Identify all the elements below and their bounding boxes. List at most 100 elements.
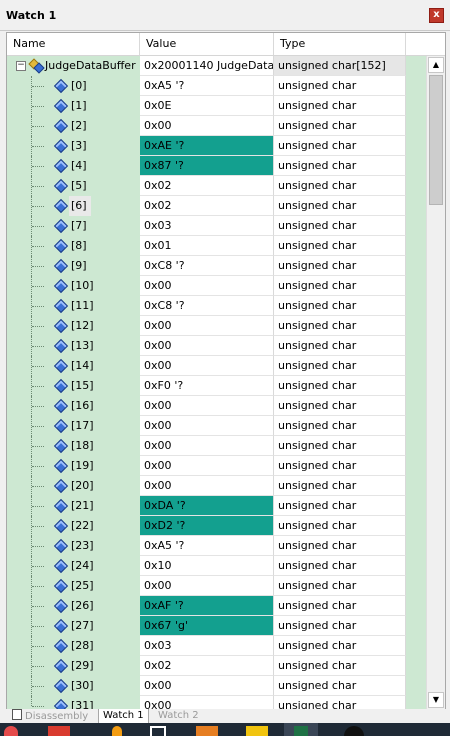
element-value[interactable]: 0x00 [140, 436, 274, 456]
element-value[interactable]: 0x0E [140, 96, 274, 116]
element-value[interactable]: 0xA5 '? [140, 76, 274, 96]
tree-row[interactable]: [13] 0x00 unsigned char [7, 336, 427, 356]
close-icon[interactable]: x [429, 8, 444, 23]
tree-row[interactable]: [27] 0x67 'g' unsigned char [7, 616, 427, 636]
tree-row[interactable]: [12] 0x00 unsigned char [7, 316, 427, 336]
orange-app-icon[interactable] [196, 726, 218, 736]
watch-panel: Name Value Type − JudgeDataBuffer 0x2000… [6, 32, 446, 710]
element-value[interactable]: 0x00 [140, 676, 274, 696]
tree-row[interactable]: [9] 0xC8 '? unsigned char [7, 256, 427, 276]
element-type: unsigned char [274, 336, 406, 356]
red-app-icon[interactable] [4, 726, 18, 736]
element-value[interactable]: 0x00 [140, 416, 274, 436]
tree-row[interactable]: [30] 0x00 unsigned char [7, 676, 427, 696]
tab-watch-2[interactable]: Watch 2 [154, 709, 203, 723]
tree-row[interactable]: [14] 0x00 unsigned char [7, 356, 427, 376]
tree-connector [31, 596, 46, 616]
tree-row[interactable]: [20] 0x00 unsigned char [7, 476, 427, 496]
tree-row[interactable]: [6] 0x02 unsigned char [7, 196, 427, 216]
element-value[interactable]: 0x00 [140, 276, 274, 296]
vertical-scrollbar[interactable]: ▲ ▼ [426, 56, 445, 709]
tree-row[interactable]: [1] 0x0E unsigned char [7, 96, 427, 116]
scroll-down-arrow-icon[interactable]: ▼ [428, 692, 444, 708]
element-value[interactable]: 0x03 [140, 636, 274, 656]
element-value[interactable]: 0x00 [140, 396, 274, 416]
notification-icon[interactable] [48, 726, 70, 736]
element-value[interactable]: 0xA5 '? [140, 536, 274, 556]
scroll-up-arrow-icon[interactable]: ▲ [428, 57, 444, 73]
element-value[interactable]: 0x87 '? [140, 156, 274, 176]
row-pad [406, 436, 427, 456]
tree-row[interactable]: [21] 0xDA '? unsigned char [7, 496, 427, 516]
element-value[interactable]: 0xF0 '? [140, 376, 274, 396]
tree-row[interactable]: [15] 0xF0 '? unsigned char [7, 376, 427, 396]
element-index: [18] [71, 439, 94, 452]
column-header-type[interactable]: Type [274, 33, 406, 55]
tree-row[interactable]: [2] 0x00 unsigned char [7, 116, 427, 136]
tree-row[interactable]: [11] 0xC8 '? unsigned char [7, 296, 427, 316]
tree-connector [31, 256, 46, 276]
tree-row[interactable]: [24] 0x10 unsigned char [7, 556, 427, 576]
element-value[interactable]: 0x10 [140, 556, 274, 576]
tree-row[interactable]: [7] 0x03 unsigned char [7, 216, 427, 236]
element-value[interactable]: 0xAF '? [140, 596, 274, 616]
tree-row[interactable]: [31] 0x00 unsigned char [7, 696, 427, 709]
tree-row[interactable]: [19] 0x00 unsigned char [7, 456, 427, 476]
element-value[interactable]: 0x00 [140, 476, 274, 496]
tab-watch-1-label: Watch 1 [103, 710, 144, 721]
element-value[interactable]: 0x02 [140, 176, 274, 196]
row-pad [406, 516, 427, 536]
element-index: [6] [69, 196, 91, 216]
element-value[interactable]: 0x00 [140, 116, 274, 136]
tree-row[interactable]: [25] 0x00 unsigned char [7, 576, 427, 596]
excel-icon[interactable] [284, 723, 318, 736]
tree-row[interactable]: [28] 0x03 unsigned char [7, 636, 427, 656]
name-cell: [31] [7, 696, 140, 709]
element-value[interactable]: 0x00 [140, 336, 274, 356]
tree-row[interactable]: [3] 0xAE '? unsigned char [7, 136, 427, 156]
tree-root-row[interactable]: − JudgeDataBuffer 0x20001140 JudgeData..… [7, 56, 427, 76]
column-header-value[interactable]: Value [140, 33, 274, 55]
element-value[interactable]: 0xD2 '? [140, 516, 274, 536]
root-value[interactable]: 0x20001140 JudgeData... [140, 56, 274, 76]
element-value[interactable]: 0x02 [140, 656, 274, 676]
tree-row[interactable]: [17] 0x00 unsigned char [7, 416, 427, 436]
tab-watch-1[interactable]: Watch 1 [98, 709, 149, 724]
row-pad [406, 296, 427, 316]
element-value[interactable]: 0x67 'g' [140, 616, 274, 636]
tree-row[interactable]: [16] 0x00 unsigned char [7, 396, 427, 416]
element-value[interactable]: 0xAE '? [140, 136, 274, 156]
element-value[interactable]: 0xDA '? [140, 496, 274, 516]
element-value[interactable]: 0x00 [140, 456, 274, 476]
element-value[interactable]: 0x00 [140, 576, 274, 596]
element-value[interactable]: 0x02 [140, 196, 274, 216]
tree-row[interactable]: [10] 0x00 unsigned char [7, 276, 427, 296]
tree-row[interactable]: [8] 0x01 unsigned char [7, 236, 427, 256]
element-value[interactable]: 0x00 [140, 696, 274, 709]
folder-icon[interactable] [246, 726, 268, 736]
dark-circle-icon[interactable] [344, 726, 364, 736]
tree-row[interactable]: [22] 0xD2 '? unsigned char [7, 516, 427, 536]
tree-row[interactable]: [5] 0x02 unsigned char [7, 176, 427, 196]
flame-icon[interactable] [112, 726, 122, 736]
tab-disassembly[interactable]: Disassembly [8, 709, 92, 723]
window-icon[interactable] [150, 726, 166, 736]
tree-connector [31, 216, 46, 236]
collapse-icon[interactable]: − [16, 61, 26, 71]
scroll-thumb[interactable] [429, 75, 443, 205]
element-value[interactable]: 0xC8 '? [140, 256, 274, 276]
tree-row[interactable]: [0] 0xA5 '? unsigned char [7, 76, 427, 96]
tree-row[interactable]: [18] 0x00 unsigned char [7, 436, 427, 456]
element-value[interactable]: 0x01 [140, 236, 274, 256]
tree-row[interactable]: [26] 0xAF '? unsigned char [7, 596, 427, 616]
tree-row[interactable]: [4] 0x87 '? unsigned char [7, 156, 427, 176]
column-header-name[interactable]: Name [7, 33, 140, 55]
element-value[interactable]: 0x03 [140, 216, 274, 236]
tree-row[interactable]: [29] 0x02 unsigned char [7, 656, 427, 676]
element-value[interactable]: 0xC8 '? [140, 296, 274, 316]
variable-icon [53, 318, 69, 334]
element-index: [21] [71, 499, 94, 512]
element-value[interactable]: 0x00 [140, 356, 274, 376]
tree-row[interactable]: [23] 0xA5 '? unsigned char [7, 536, 427, 556]
element-value[interactable]: 0x00 [140, 316, 274, 336]
